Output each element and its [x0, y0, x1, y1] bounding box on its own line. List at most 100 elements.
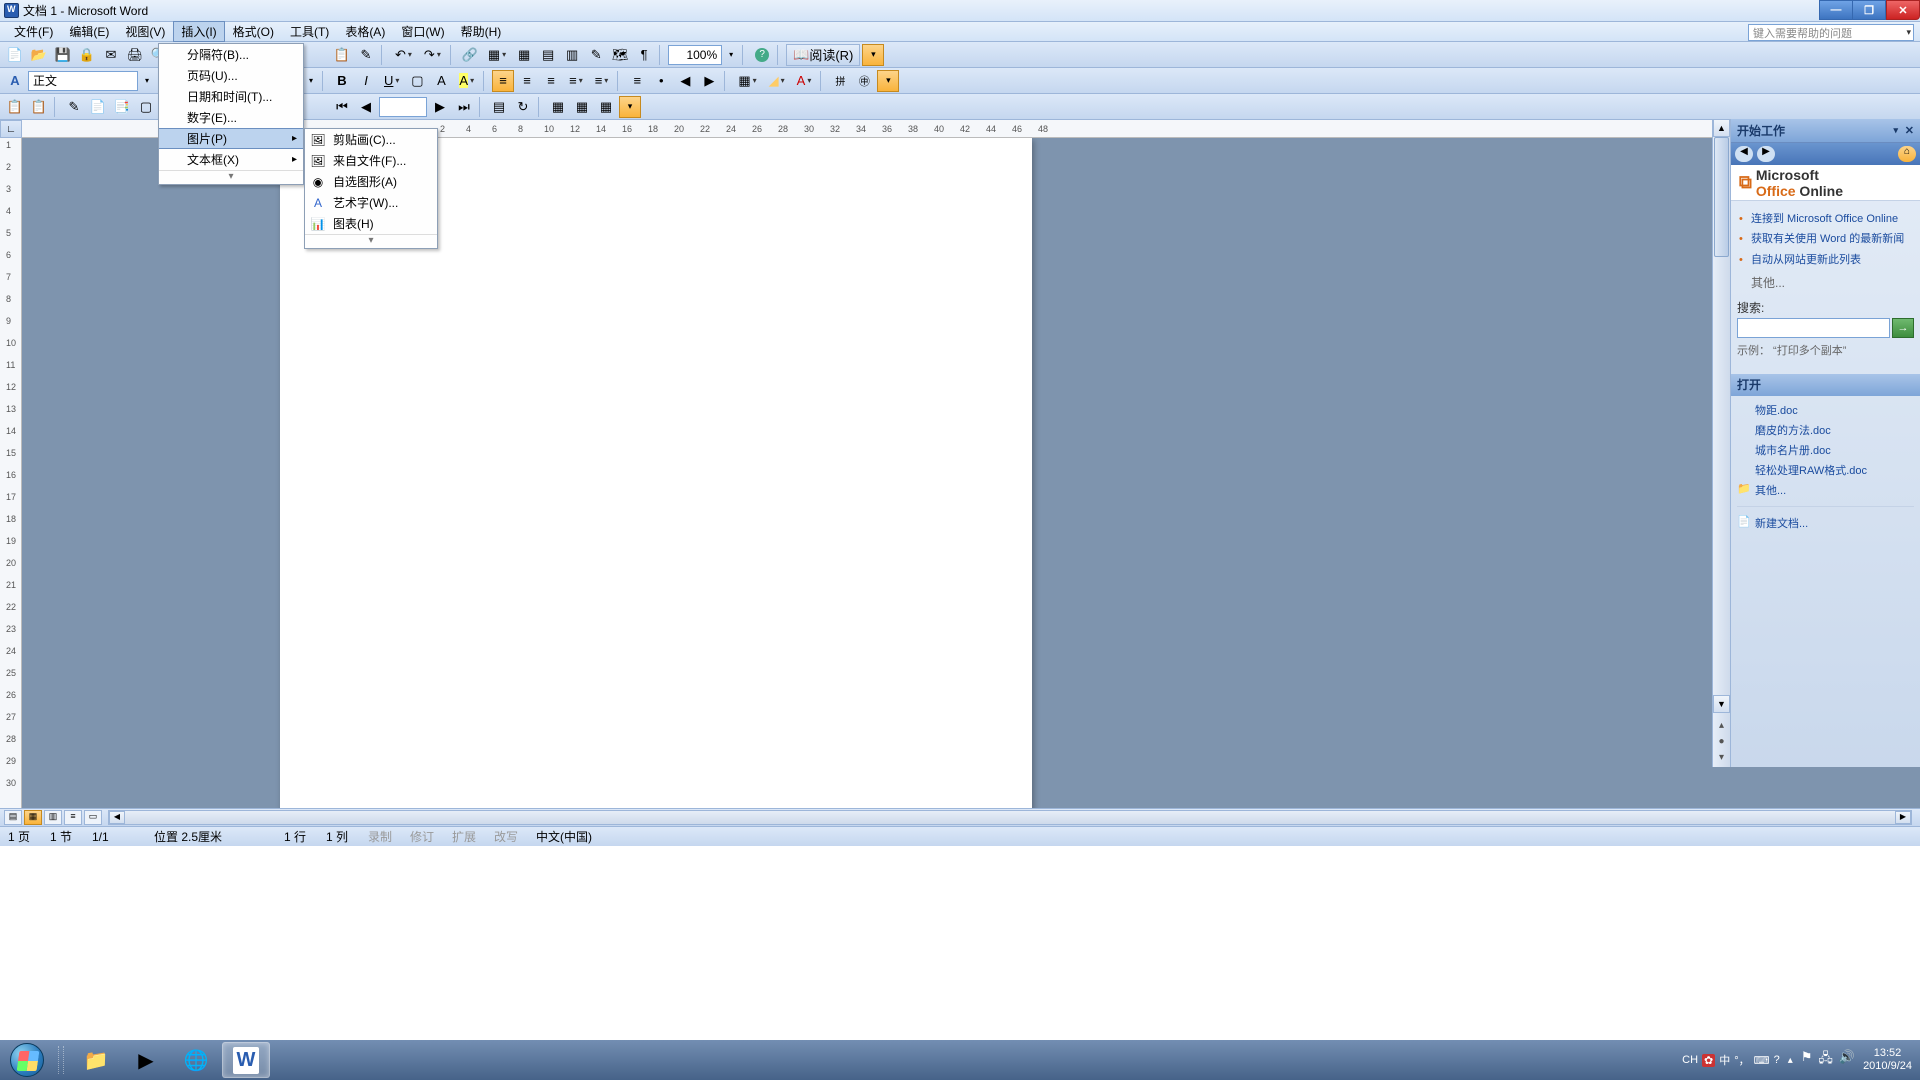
tb3-btn3[interactable]: ✎ — [63, 96, 85, 118]
tb3-btn5[interactable]: 📑 — [111, 96, 133, 118]
enclose-char-button[interactable] — [853, 70, 875, 92]
align-justify-button[interactable] — [564, 70, 588, 92]
status-overwrite[interactable]: 改写 — [494, 828, 524, 845]
menu-picture[interactable]: 图片(P)▸ — [159, 128, 303, 149]
submenu-wordart[interactable]: A艺术字(W)... — [305, 192, 437, 213]
select-browse-button[interactable]: ● — [1713, 736, 1730, 747]
normal-view-button[interactable]: ▤ — [4, 810, 22, 825]
tb3-overflow-button[interactable]: ▾ — [619, 96, 641, 118]
maximize-button[interactable]: ❐ — [1852, 0, 1886, 20]
tb3-btn4[interactable]: 📄 — [87, 96, 109, 118]
new-button[interactable] — [4, 44, 26, 66]
menu-edit[interactable]: 编辑(E) — [61, 21, 117, 42]
next-record-button[interactable]: ▶ — [429, 96, 451, 118]
ime-indicator[interactable]: CH ✿ 中 °， ⌨ ? — [1682, 1052, 1780, 1068]
menu-number[interactable]: 数字(E)... — [159, 107, 303, 128]
next-page-button[interactable]: ▾ — [1713, 752, 1730, 763]
font-color-button[interactable] — [792, 70, 817, 92]
prev-record-button[interactable]: ◀ — [355, 96, 377, 118]
scroll-right-button[interactable]: ▶ — [1895, 811, 1911, 824]
minimize-button[interactable]: — — [1819, 0, 1853, 20]
status-record[interactable]: 录制 — [368, 828, 398, 845]
taskbar-explorer[interactable]: 📁 — [72, 1042, 120, 1078]
align-left-button[interactable] — [492, 70, 514, 92]
mail-button[interactable]: ✉ — [100, 44, 122, 66]
recent-file-3[interactable]: 城市名片册.doc — [1737, 440, 1914, 460]
insert-table-button[interactable] — [513, 44, 535, 66]
tp-link-connect[interactable]: 连接到 Microsoft Office Online — [1737, 209, 1914, 229]
redo-button[interactable] — [419, 44, 446, 66]
zoom-input[interactable]: 100% — [668, 45, 722, 65]
increase-indent-button[interactable] — [698, 70, 720, 92]
menu-format[interactable]: 格式(O) — [225, 21, 282, 42]
start-button[interactable] — [0, 1040, 54, 1080]
submenu-from-file[interactable]: 🖼来自文件(F)... — [305, 150, 437, 171]
tp-link-news[interactable]: 获取有关使用 Word 的最新新闻 — [1737, 229, 1914, 249]
prev-page-button[interactable]: ▴ — [1713, 720, 1730, 731]
reading-view-button[interactable]: ▭ — [84, 810, 102, 825]
borders-button[interactable] — [733, 70, 761, 92]
styles-pane-button[interactable]: A — [4, 70, 26, 92]
columns-button[interactable] — [561, 44, 583, 66]
tp-link-more[interactable]: 其他... — [1737, 274, 1914, 291]
outline-view-button[interactable]: ≡ — [64, 810, 82, 825]
status-extend[interactable]: 扩展 — [452, 828, 482, 845]
menu-expand[interactable]: ▾ — [159, 170, 303, 184]
bulleted-list-button[interactable] — [650, 70, 672, 92]
style-dropdown[interactable]: ▾ — [140, 70, 154, 92]
help-button[interactable] — [751, 44, 773, 66]
tab-selector[interactable]: ∟ — [0, 120, 22, 138]
open-button[interactable] — [28, 44, 50, 66]
new-document-link[interactable]: 新建文档... — [1737, 513, 1914, 533]
fill-color-button[interactable] — [764, 70, 790, 92]
bold-button[interactable] — [331, 70, 353, 92]
web-layout-view-button[interactable]: ▥ — [44, 810, 62, 825]
vertical-scrollbar[interactable]: ▲ ▼ ▴ ● ▾ — [1712, 119, 1730, 767]
menu-insert[interactable]: 插入(I) — [173, 21, 224, 42]
recent-file-4[interactable]: 轻松处理RAW格式.doc — [1737, 460, 1914, 480]
menu-break[interactable]: 分隔符(B)... — [159, 44, 303, 65]
line-spacing-button[interactable] — [590, 70, 614, 92]
decrease-indent-button[interactable] — [674, 70, 696, 92]
tb3-btn8[interactable]: ▤ — [488, 96, 510, 118]
style-select[interactable]: 正文 — [28, 71, 138, 91]
tb3-btn10[interactable]: ▦ — [547, 96, 569, 118]
numbered-list-button[interactable] — [626, 70, 648, 92]
menu-table[interactable]: 表格(A) — [337, 21, 393, 42]
italic-button[interactable] — [355, 70, 377, 92]
last-record-button[interactable]: ⏭ — [453, 96, 475, 118]
taskbar-media-player[interactable]: ▶ — [122, 1042, 170, 1078]
first-record-button[interactable]: ⏮ — [331, 96, 353, 118]
menu-textbox[interactable]: 文本框(X)▸ — [159, 149, 303, 170]
document-map-button[interactable] — [609, 44, 631, 66]
taskpane-forward-button[interactable]: ▶ — [1757, 146, 1775, 162]
tray-volume-icon[interactable]: 🔊 — [1839, 1049, 1855, 1071]
char-shading-button[interactable] — [430, 70, 452, 92]
permissions-button[interactable] — [76, 44, 98, 66]
insert-excel-button[interactable] — [537, 44, 559, 66]
tray-network-icon[interactable]: 🖧 — [1818, 1049, 1833, 1071]
vertical-ruler[interactable]: 1234567891011121314151617181920212223242… — [0, 138, 22, 808]
tb3-btn2[interactable]: 📋 — [28, 96, 50, 118]
toolbar-overflow-button[interactable]: ▾ — [862, 44, 884, 66]
menu-help[interactable]: 帮助(H) — [453, 21, 510, 42]
recent-file-2[interactable]: 磨皮的方法.doc — [1737, 420, 1914, 440]
highlight-button[interactable] — [454, 70, 479, 92]
status-revision[interactable]: 修订 — [410, 828, 440, 845]
save-button[interactable] — [52, 44, 74, 66]
tb3-btn9[interactable]: ↻ — [512, 96, 534, 118]
recent-file-1[interactable]: 物距.doc — [1737, 400, 1914, 420]
taskpane-home-button[interactable]: ⌂ — [1898, 146, 1916, 162]
tp-link-update[interactable]: 自动从网站更新此列表 — [1737, 250, 1914, 270]
print-button[interactable] — [124, 44, 146, 66]
tb3-btn6[interactable]: ▢ — [135, 96, 157, 118]
menu-file[interactable]: 文件(F) — [6, 21, 61, 42]
zoom-dropdown[interactable]: ▾ — [724, 44, 738, 66]
close-button[interactable]: ✕ — [1886, 0, 1920, 20]
tray-expand-button[interactable]: ▴ — [1788, 1055, 1793, 1066]
taskpane-close-button[interactable]: ✕ — [1905, 124, 1914, 137]
submenu-chart[interactable]: 📊图表(H) — [305, 213, 437, 234]
scroll-down-button[interactable]: ▼ — [1713, 695, 1730, 713]
formatting-overflow-button[interactable]: ▾ — [877, 70, 899, 92]
underline-button[interactable] — [379, 70, 404, 92]
